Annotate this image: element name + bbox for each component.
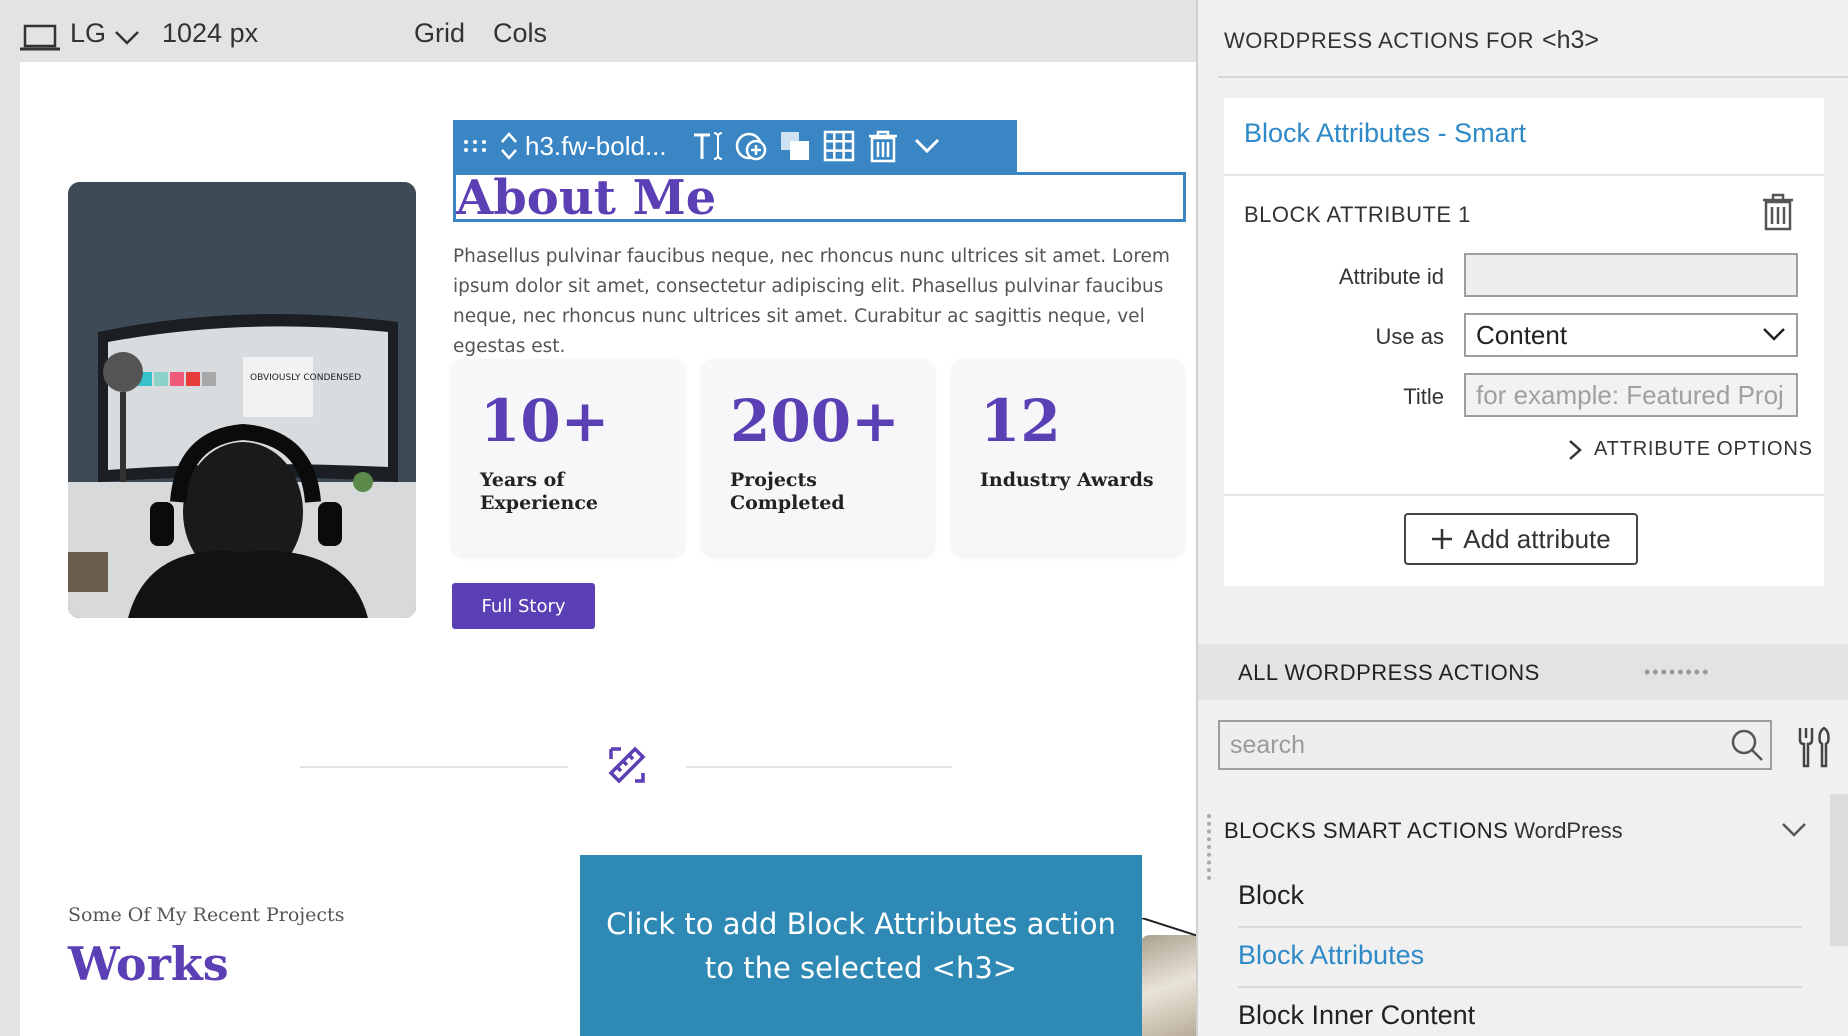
stat-label: Industry Awards xyxy=(980,469,1154,491)
use-as-select[interactable]: Content xyxy=(1464,313,1798,357)
element-selector[interactable]: h3.fw-bold... xyxy=(525,131,667,162)
about-paragraph[interactable]: Phasellus pulvinar faucibus neque, nec r… xyxy=(453,242,1193,362)
attribute-options-label: ATTRIBUTE OPTIONS xyxy=(1594,438,1813,460)
actions-search-input[interactable] xyxy=(1218,720,1772,770)
card-divider xyxy=(1224,494,1824,496)
tools-icon[interactable] xyxy=(1792,724,1836,768)
action-group-name: BLOCKS SMART ACTIONS xyxy=(1224,818,1509,843)
panel-header-tag: <h3> xyxy=(1541,26,1599,54)
chevron-down-icon xyxy=(1763,328,1785,341)
add-attribute-button[interactable]: Add attribute xyxy=(1404,513,1638,565)
cols-toggle[interactable]: Cols xyxy=(493,18,547,49)
about-heading[interactable]: About Me xyxy=(456,170,716,226)
panel-header-title: WORDPRESS ACTIONS FOR xyxy=(1224,28,1534,53)
trash-icon[interactable] xyxy=(861,120,905,172)
header-divider xyxy=(1218,76,1848,78)
stat-card[interactable]: 10+ Years of Experience xyxy=(452,359,684,555)
chevron-down-icon[interactable] xyxy=(1780,818,1808,842)
works-subtitle[interactable]: Some Of My Recent Projects xyxy=(68,904,344,926)
stat-label: Years of Experience xyxy=(480,469,598,514)
width-readout: 1024 px xyxy=(162,18,259,48)
grid-toggle[interactable]: Grid xyxy=(414,18,465,49)
action-item-block-inner-content[interactable]: Block Inner Content xyxy=(1238,988,1802,1036)
pencil-ruler-icon xyxy=(608,746,646,784)
chevron-right-icon xyxy=(1569,439,1582,460)
divider-line-right xyxy=(686,766,952,768)
attribute-options-toggle[interactable]: ATTRIBUTE OPTIONS xyxy=(1568,438,1813,461)
about-photo: OBVIOUSLY CONDENSED xyxy=(68,182,416,618)
use-as-label: Use as xyxy=(1375,324,1444,349)
laptop-icon[interactable] xyxy=(20,24,60,52)
all-actions-header: ALL WORDPRESS ACTIONS •••••••• xyxy=(1198,644,1848,700)
add-attribute-label: Add attribute xyxy=(1463,523,1611,554)
action-item-block[interactable]: Block xyxy=(1238,868,1802,928)
works-heading[interactable]: Works xyxy=(68,937,229,991)
photo-caption: OBVIOUSLY CONDENSED xyxy=(250,373,361,383)
move-up-down-icon[interactable] xyxy=(497,120,521,172)
panel-header: WORDPRESS ACTIONS FOR <h3> xyxy=(1224,26,1599,55)
stat-card[interactable]: 12 Industry Awards xyxy=(952,359,1184,555)
title-input[interactable] xyxy=(1464,373,1798,417)
editor-area: LG 1024 px Grid Cols OBVIOUSLY CONDENSED… xyxy=(0,0,1242,1036)
grid-icon[interactable] xyxy=(817,120,861,172)
drag-handle-icon[interactable]: •••••••• xyxy=(1644,662,1710,683)
stat-card[interactable]: 200+ Projects Completed xyxy=(702,359,934,555)
duplicate-icon[interactable] xyxy=(773,120,817,172)
chevron-down-icon[interactable] xyxy=(905,120,949,172)
actions-panel: WORDPRESS ACTIONS FOR <h3> Block Attribut… xyxy=(1196,0,1848,1036)
action-group-title[interactable]: BLOCKS SMART ACTIONS WordPress xyxy=(1224,818,1623,844)
editor-topbar: LG 1024 px Grid Cols xyxy=(0,0,1196,62)
chevron-down-icon[interactable] xyxy=(114,30,140,46)
use-as-value: Content xyxy=(1476,319,1568,350)
block-toolbar: h3.fw-bold... xyxy=(453,120,1017,172)
attribute-id-input[interactable] xyxy=(1464,253,1798,297)
tooltip-line-1: Click to add Block Attributes action xyxy=(606,906,1116,941)
action-item-block-attributes[interactable]: Block Attributes xyxy=(1238,928,1802,988)
breakpoint-label[interactable]: LG xyxy=(70,18,106,49)
stat-number: 200+ xyxy=(730,387,900,455)
tooltip-line-2: to the selected <h3> xyxy=(704,950,1018,985)
hint-tooltip: Click to add Block Attributes action to … xyxy=(580,855,1142,1036)
stat-number: 12 xyxy=(980,387,1061,455)
drag-handle-icon[interactable] xyxy=(453,120,497,172)
full-story-button[interactable]: Full Story xyxy=(452,583,595,629)
stat-label: Projects Completed xyxy=(730,469,845,514)
divider-line-left xyxy=(300,766,568,768)
trash-icon[interactable] xyxy=(1760,192,1796,232)
title-label: Title xyxy=(1403,384,1444,409)
add-circle-icon[interactable] xyxy=(729,120,773,172)
group-drag-handle[interactable] xyxy=(1207,814,1211,880)
plus-icon xyxy=(1432,529,1453,549)
search-icon[interactable] xyxy=(1730,728,1764,762)
card-divider xyxy=(1224,174,1824,176)
action-group-subtitle: WordPress xyxy=(1514,818,1623,843)
panel-scrollbar[interactable] xyxy=(1830,794,1848,946)
card-title[interactable]: Block Attributes - Smart xyxy=(1244,118,1526,149)
block-attributes-card: Block Attributes - Smart BLOCK ATTRIBUTE… xyxy=(1224,98,1824,586)
all-actions-title: ALL WORDPRESS ACTIONS xyxy=(1238,660,1540,685)
stat-number: 10+ xyxy=(480,387,610,455)
attribute-section-title: BLOCK ATTRIBUTE 1 xyxy=(1244,202,1471,227)
text-edit-icon[interactable] xyxy=(685,120,729,172)
attribute-id-label: Attribute id xyxy=(1338,264,1444,289)
